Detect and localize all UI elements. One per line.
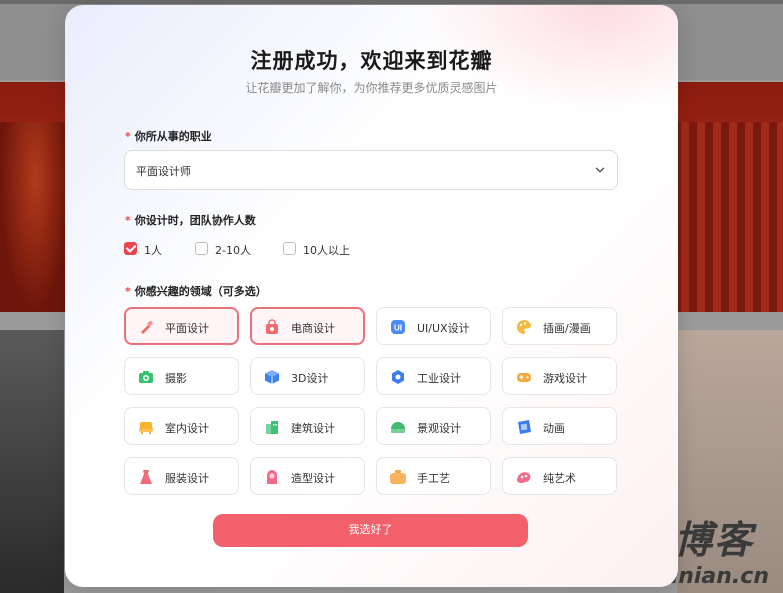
interest-option[interactable]: 室内设计 bbox=[124, 407, 239, 445]
interest-option[interactable]: 服装设计 bbox=[124, 457, 239, 495]
profession-select-value: 平面设计师 bbox=[136, 165, 191, 178]
banner-temple-left bbox=[0, 122, 70, 312]
required-mark: * bbox=[125, 214, 131, 227]
banner-temple-right bbox=[673, 122, 783, 312]
checkbox[interactable] bbox=[195, 242, 208, 255]
interest-option[interactable]: 手工艺 bbox=[376, 457, 491, 495]
interest-option-label: 室内设计 bbox=[165, 422, 209, 435]
interests-label-text: 你感兴趣的领域（可多选） bbox=[134, 285, 267, 298]
interest-option-label: 手工艺 bbox=[417, 472, 450, 485]
style-icon bbox=[267, 470, 277, 484]
interest-option[interactable]: 3D设计 bbox=[250, 357, 365, 395]
sofa-icon bbox=[139, 422, 153, 434]
interest-option[interactable]: 平面设计 bbox=[124, 307, 239, 345]
chevron-down-icon bbox=[595, 167, 605, 173]
landscape-icon bbox=[391, 422, 405, 433]
background-thumbnail-left bbox=[0, 330, 64, 593]
interest-option[interactable]: UI UI/UX设计 bbox=[376, 307, 491, 345]
interest-option-label: UI/UX设计 bbox=[417, 322, 470, 335]
team-size-option-label: 1人 bbox=[144, 244, 162, 257]
interest-option[interactable]: 插画/漫画 bbox=[502, 307, 617, 345]
required-mark: * bbox=[125, 130, 131, 143]
required-mark: * bbox=[125, 285, 131, 298]
modal-title: 注册成功，欢迎来到花瓣 bbox=[250, 49, 493, 73]
profession-select[interactable]: 平面设计师 bbox=[124, 150, 618, 190]
interest-option[interactable]: 动画 bbox=[502, 407, 617, 445]
interest-option-label: 平面设计 bbox=[165, 322, 209, 335]
interest-option-label: 服装设计 bbox=[165, 472, 209, 485]
interest-option-label: 3D设计 bbox=[291, 372, 329, 385]
team-size-option-label: 2-10人 bbox=[215, 244, 251, 257]
interest-option[interactable]: 摄影 bbox=[124, 357, 239, 395]
svg-text:UI: UI bbox=[394, 324, 402, 333]
cube-icon bbox=[265, 370, 279, 384]
palette-icon bbox=[517, 319, 531, 334]
pottery-icon bbox=[390, 470, 406, 484]
interest-option-label: 景观设计 bbox=[417, 422, 461, 435]
interest-option[interactable]: 电商设计 bbox=[250, 307, 365, 345]
interest-option-label: 工业设计 bbox=[417, 372, 461, 385]
profession-label-text: 你所从事的职业 bbox=[134, 130, 212, 143]
interest-option-label: 动画 bbox=[543, 422, 565, 435]
interest-option-label: 纯艺术 bbox=[543, 472, 576, 485]
interest-option-label: 插画/漫画 bbox=[543, 322, 591, 335]
interest-option[interactable]: 建筑设计 bbox=[250, 407, 365, 445]
shopping-bag-icon bbox=[266, 319, 278, 334]
building-icon bbox=[266, 421, 278, 434]
interest-option[interactable]: 纯艺术 bbox=[502, 457, 617, 495]
interests-label: * 你感兴趣的领域（可多选） bbox=[125, 283, 267, 299]
team-size-option-label: 10人以上 bbox=[303, 244, 350, 257]
ui-icon: UI bbox=[391, 320, 405, 334]
interest-option[interactable]: 景观设计 bbox=[376, 407, 491, 445]
interest-option-label: 摄影 bbox=[165, 372, 187, 385]
checkbox[interactable] bbox=[283, 242, 296, 255]
team-size-label: * 你设计时，团队协作人数 bbox=[125, 212, 256, 228]
interest-option[interactable]: 游戏设计 bbox=[502, 357, 617, 395]
interest-option[interactable]: 工业设计 bbox=[376, 357, 491, 395]
interest-option-label: 建筑设计 bbox=[291, 422, 335, 435]
interest-option-label: 造型设计 bbox=[291, 472, 335, 485]
onboarding-modal: 注册成功，欢迎来到花瓣 让花瓣更加了解你，为你推荐更多优质灵感图片 * 你所从事的… bbox=[65, 5, 678, 587]
interest-option-label: 电商设计 bbox=[291, 322, 335, 335]
team-size-label-text: 你设计时，团队协作人数 bbox=[134, 214, 256, 227]
interest-option[interactable]: 造型设计 bbox=[250, 457, 365, 495]
submit-button[interactable]: 我选好了 bbox=[213, 514, 528, 547]
profession-label: * 你所从事的职业 bbox=[125, 128, 212, 144]
film-icon bbox=[518, 420, 531, 434]
gear-icon bbox=[392, 370, 404, 384]
art-icon bbox=[517, 472, 531, 483]
dress-icon bbox=[140, 470, 152, 484]
brush-icon bbox=[141, 320, 153, 334]
interest-option-label: 游戏设计 bbox=[543, 372, 587, 385]
modal-subtitle: 让花瓣更加了解你，为你推荐更多优质灵感图片 bbox=[245, 81, 498, 95]
camera-icon bbox=[139, 371, 153, 383]
checkbox-checked[interactable] bbox=[124, 242, 137, 255]
gamepad-icon bbox=[517, 373, 531, 382]
